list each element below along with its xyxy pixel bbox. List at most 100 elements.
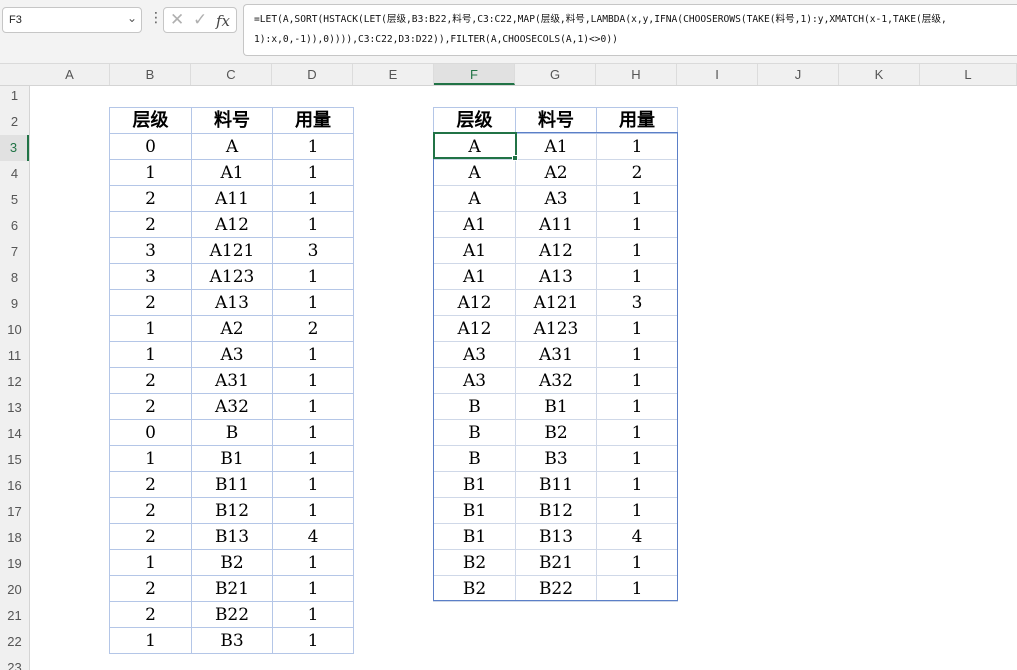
table-cell[interactable]: A1 bbox=[433, 263, 516, 290]
column-header-b[interactable]: B bbox=[110, 64, 191, 85]
column-header-j[interactable]: J bbox=[758, 64, 839, 85]
table-cell[interactable]: A31 bbox=[515, 341, 597, 368]
table-cell[interactable]: A12 bbox=[191, 211, 273, 238]
table-cell[interactable]: 1 bbox=[596, 263, 678, 290]
function-icon[interactable]: fx bbox=[216, 11, 230, 31]
table-cell[interactable]: 1 bbox=[272, 393, 354, 420]
table-cell[interactable]: B bbox=[433, 445, 516, 472]
table-cell[interactable]: A121 bbox=[515, 289, 597, 316]
table-cell[interactable]: B21 bbox=[191, 575, 273, 602]
vertical-ellipsis-icon[interactable]: ⋮ bbox=[149, 10, 163, 24]
table-cell[interactable]: 1 bbox=[596, 419, 678, 446]
table-cell[interactable]: 1 bbox=[272, 367, 354, 394]
table-cell[interactable]: B13 bbox=[191, 523, 273, 550]
table-cell[interactable]: B bbox=[191, 419, 273, 446]
table-cell[interactable]: 1 bbox=[109, 627, 192, 654]
table-cell[interactable]: A11 bbox=[191, 185, 273, 212]
table-cell[interactable]: 3 bbox=[109, 263, 192, 290]
table-cell[interactable]: 1 bbox=[109, 159, 192, 186]
row-header-23[interactable]: 23 bbox=[0, 655, 29, 670]
table-cell[interactable]: 1 bbox=[272, 471, 354, 498]
table-cell[interactable]: 1 bbox=[596, 211, 678, 238]
table-cell[interactable]: 1 bbox=[272, 549, 354, 576]
table-cell[interactable]: 1 bbox=[109, 341, 192, 368]
table-cell[interactable]: 3 bbox=[272, 237, 354, 264]
table-cell[interactable]: B12 bbox=[191, 497, 273, 524]
table-cell[interactable]: 2 bbox=[109, 601, 192, 628]
table-cell[interactable]: A1 bbox=[433, 237, 516, 264]
table-cell[interactable]: 1 bbox=[272, 133, 354, 160]
table-cell[interactable]: 3 bbox=[596, 289, 678, 316]
header-cell[interactable]: 用量 bbox=[272, 107, 354, 134]
row-header-5[interactable]: 5 bbox=[0, 187, 29, 213]
header-cell[interactable]: 层级 bbox=[109, 107, 192, 134]
table-cell[interactable]: A bbox=[191, 133, 273, 160]
column-header-a[interactable]: A bbox=[30, 64, 110, 85]
column-header-l[interactable]: L bbox=[920, 64, 1017, 85]
table-cell[interactable]: 1 bbox=[596, 133, 678, 160]
row-header-11[interactable]: 11 bbox=[0, 343, 29, 369]
table-cell[interactable]: 2 bbox=[109, 185, 192, 212]
row-header-1[interactable]: 1 bbox=[0, 83, 29, 109]
row-header-14[interactable]: 14 bbox=[0, 421, 29, 447]
table-cell[interactable]: B1 bbox=[433, 523, 516, 550]
table-cell[interactable]: 2 bbox=[109, 471, 192, 498]
table-cell[interactable]: 4 bbox=[272, 523, 354, 550]
table-cell[interactable]: B2 bbox=[515, 419, 597, 446]
table-cell[interactable]: B2 bbox=[433, 575, 516, 602]
table-cell[interactable]: 1 bbox=[596, 367, 678, 394]
table-cell[interactable]: 1 bbox=[596, 445, 678, 472]
chevron-down-icon[interactable]: ⌄ bbox=[127, 11, 137, 25]
table-cell[interactable]: B1 bbox=[433, 497, 516, 524]
row-header-3[interactable]: 3 bbox=[0, 135, 29, 161]
table-cell[interactable]: A12 bbox=[433, 315, 516, 342]
table-cell[interactable]: A1 bbox=[515, 133, 597, 160]
table-cell[interactable]: B1 bbox=[433, 471, 516, 498]
table-cell[interactable]: 1 bbox=[272, 575, 354, 602]
table-cell[interactable]: B1 bbox=[515, 393, 597, 420]
table-cell[interactable]: B22 bbox=[515, 575, 597, 602]
table-cell[interactable]: A1 bbox=[433, 211, 516, 238]
row-header-15[interactable]: 15 bbox=[0, 447, 29, 473]
row-header-22[interactable]: 22 bbox=[0, 629, 29, 655]
header-cell[interactable]: 层级 bbox=[433, 107, 516, 134]
table-cell[interactable]: A123 bbox=[515, 315, 597, 342]
table-cell[interactable]: A12 bbox=[433, 289, 516, 316]
checkmark-icon[interactable]: ✓ bbox=[193, 10, 207, 30]
table-cell[interactable]: 1 bbox=[596, 575, 678, 602]
table-cell[interactable]: A2 bbox=[515, 159, 597, 186]
row-header-4[interactable]: 4 bbox=[0, 161, 29, 187]
row-header-7[interactable]: 7 bbox=[0, 239, 29, 265]
fill-handle[interactable] bbox=[512, 155, 518, 161]
table-cell[interactable]: B11 bbox=[515, 471, 597, 498]
column-header-c[interactable]: C bbox=[191, 64, 272, 85]
row-header-21[interactable]: 21 bbox=[0, 603, 29, 629]
table-cell[interactable]: 1 bbox=[109, 445, 192, 472]
table-cell[interactable]: B13 bbox=[515, 523, 597, 550]
row-header-18[interactable]: 18 bbox=[0, 525, 29, 551]
column-header-k[interactable]: K bbox=[839, 64, 920, 85]
table-cell[interactable]: B3 bbox=[515, 445, 597, 472]
table-cell[interactable]: 1 bbox=[109, 549, 192, 576]
table-cell[interactable]: 2 bbox=[109, 497, 192, 524]
table-cell[interactable]: B21 bbox=[515, 549, 597, 576]
table-cell[interactable]: A123 bbox=[191, 263, 273, 290]
table-cell[interactable]: 2 bbox=[272, 315, 354, 342]
table-cell[interactable]: 2 bbox=[109, 575, 192, 602]
table-cell[interactable]: 1 bbox=[272, 185, 354, 212]
column-header-i[interactable]: I bbox=[677, 64, 758, 85]
table-cell[interactable]: A bbox=[433, 185, 516, 212]
table-cell[interactable]: 1 bbox=[596, 237, 678, 264]
table-cell[interactable]: B11 bbox=[191, 471, 273, 498]
table-cell[interactable]: B22 bbox=[191, 601, 273, 628]
table-cell[interactable]: A3 bbox=[433, 367, 516, 394]
row-header-12[interactable]: 12 bbox=[0, 369, 29, 395]
table-cell[interactable]: A3 bbox=[433, 341, 516, 368]
formula-input[interactable]: =LET(A,SORT(HSTACK(LET(层级,B3:B22,料号,C3:C… bbox=[243, 4, 1017, 56]
table-cell[interactable]: B12 bbox=[515, 497, 597, 524]
table-cell[interactable]: A bbox=[433, 159, 516, 186]
table-cell[interactable]: A13 bbox=[191, 289, 273, 316]
column-header-e[interactable]: E bbox=[353, 64, 434, 85]
row-header-10[interactable]: 10 bbox=[0, 317, 29, 343]
column-header-g[interactable]: G bbox=[515, 64, 596, 85]
